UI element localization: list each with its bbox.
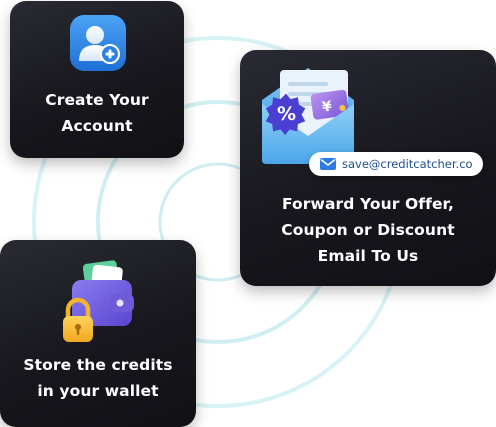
svg-text:%: % bbox=[277, 103, 296, 125]
store-credits-title-line2: in your wallet bbox=[37, 382, 159, 400]
store-credits-title-line1: Store the credits bbox=[23, 356, 173, 374]
email-address-badge[interactable]: save@creditcatcher.co bbox=[309, 152, 483, 176]
forward-offer-title-line2: Coupon or Discount bbox=[281, 221, 455, 239]
forward-offer-title-line3: Email To Us bbox=[317, 247, 419, 265]
step-card-store-credits: Store the credits in your wallet bbox=[0, 240, 196, 427]
forward-offer-title-line1: Forward Your Offer, bbox=[281, 195, 455, 213]
mail-icon bbox=[320, 158, 336, 170]
locked-wallet-icon bbox=[63, 260, 134, 342]
step-card-create-account: Create Your Account bbox=[10, 1, 184, 158]
email-address-text: save@creditcatcher.co bbox=[342, 157, 473, 171]
create-account-title-line1: Create Your bbox=[45, 91, 149, 109]
create-account-title-line2: Account bbox=[61, 117, 133, 135]
user-add-icon bbox=[70, 15, 126, 71]
